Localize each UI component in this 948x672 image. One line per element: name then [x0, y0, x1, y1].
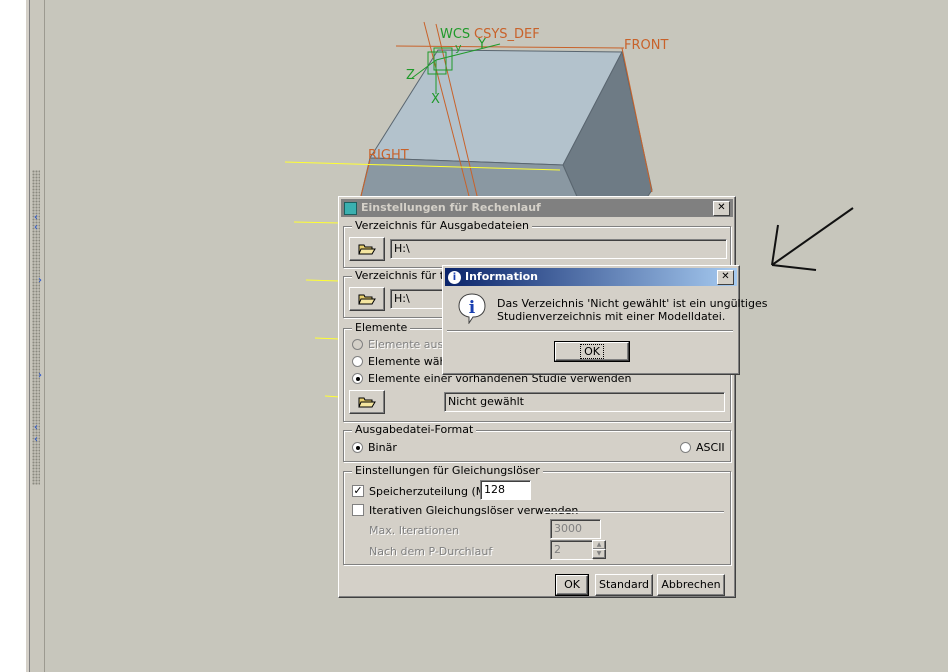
- folder-open-icon: [358, 397, 376, 408]
- dialog-title: Einstellungen für Rechenlauf: [361, 201, 541, 214]
- output-dir-group: Verzeichnis für Ausgabedateien H:\: [343, 219, 731, 268]
- max-iterations-label: Max. Iterationen: [369, 524, 460, 537]
- format-binary-radio[interactable]: [352, 442, 363, 453]
- separator: [447, 330, 733, 332]
- elements-legend: Elemente: [352, 321, 411, 334]
- wcs-axis-y-label: y: [455, 41, 462, 54]
- ok-button[interactable]: OK: [555, 574, 589, 596]
- output-dir-legend: Verzeichnis für Ausgabedateien: [352, 219, 532, 232]
- temp-dir-legend: Verzeichnis für te: [352, 269, 454, 282]
- folder-open-icon: [358, 244, 376, 255]
- memory-input[interactable]: 128: [480, 480, 531, 500]
- csys-axis-y-label: Y: [478, 37, 486, 52]
- close-icon[interactable]: ✕: [713, 201, 730, 216]
- elements-option-2-radio[interactable]: [352, 356, 363, 367]
- browse-study-button[interactable]: [349, 390, 385, 414]
- format-group: Ausgabedatei-Format Binär ASCII: [343, 423, 731, 462]
- p-pass-input[interactable]: 2: [550, 540, 593, 560]
- close-icon[interactable]: ✕: [717, 270, 734, 285]
- front-datum-label[interactable]: FRONT: [624, 38, 668, 53]
- csys-axis-z-label: Z: [406, 68, 415, 83]
- information-dialog: i Information ✕ i Das Verzeichnis 'Nicht…: [442, 265, 767, 375]
- format-legend: Ausgabedatei-Format: [352, 423, 477, 436]
- format-ascii-label: ASCII: [696, 441, 725, 454]
- solver-group: Einstellungen für Gleichungslöser ✓ Spei…: [343, 464, 731, 565]
- info-title-icon: i: [448, 270, 461, 284]
- memory-checkbox[interactable]: ✓: [352, 485, 364, 497]
- p-pass-label: Nach dem P-Durchlauf: [369, 545, 493, 558]
- information-icon: i: [457, 292, 487, 327]
- study-field[interactable]: Nicht gewählt: [444, 392, 725, 412]
- info-title: Information: [465, 270, 538, 283]
- dialog-app-icon: [344, 201, 357, 215]
- browse-temp-dir-button[interactable]: [349, 287, 385, 311]
- cancel-button[interactable]: Abbrechen: [657, 574, 725, 596]
- analysis-settings-dialog: Einstellungen für Rechenlauf ✕ Verzeichn…: [338, 196, 736, 598]
- dialog-titlebar[interactable]: Einstellungen für Rechenlauf ✕: [341, 199, 733, 217]
- format-binary-label: Binär: [368, 441, 397, 454]
- folder-open-icon: [358, 294, 376, 305]
- memory-label: Speicherzuteilung (MB): [369, 485, 498, 498]
- info-titlebar[interactable]: i Information ✕: [445, 268, 737, 286]
- info-message-line1: Das Verzeichnis 'Nicht gewählt' ist ein …: [497, 297, 768, 310]
- solver-legend: Einstellungen für Gleichungslöser: [352, 464, 543, 477]
- browse-output-dir-button[interactable]: [349, 237, 385, 261]
- wcs-label: WCS: [440, 27, 471, 42]
- elements-option-3-radio[interactable]: [352, 373, 363, 384]
- spin-down-icon[interactable]: ▼: [592, 549, 606, 559]
- info-ok-button[interactable]: OK: [554, 341, 630, 362]
- standard-button[interactable]: Standard: [595, 574, 653, 596]
- format-ascii-radio[interactable]: [680, 442, 691, 453]
- separator: [544, 511, 724, 513]
- iterative-solver-checkbox[interactable]: [352, 504, 364, 516]
- info-ok-label: OK: [580, 344, 604, 359]
- max-iterations-input[interactable]: 3000: [550, 519, 601, 539]
- right-datum-label[interactable]: RIGHT: [368, 148, 409, 163]
- elements-option-1-radio[interactable]: [352, 339, 363, 350]
- output-dir-field[interactable]: H:\: [390, 239, 727, 259]
- csys-axis-x-label: X: [431, 92, 440, 107]
- info-message-line2: Studienverzeichnis mit einer Modelldatei…: [497, 310, 726, 323]
- svg-text:i: i: [469, 298, 476, 318]
